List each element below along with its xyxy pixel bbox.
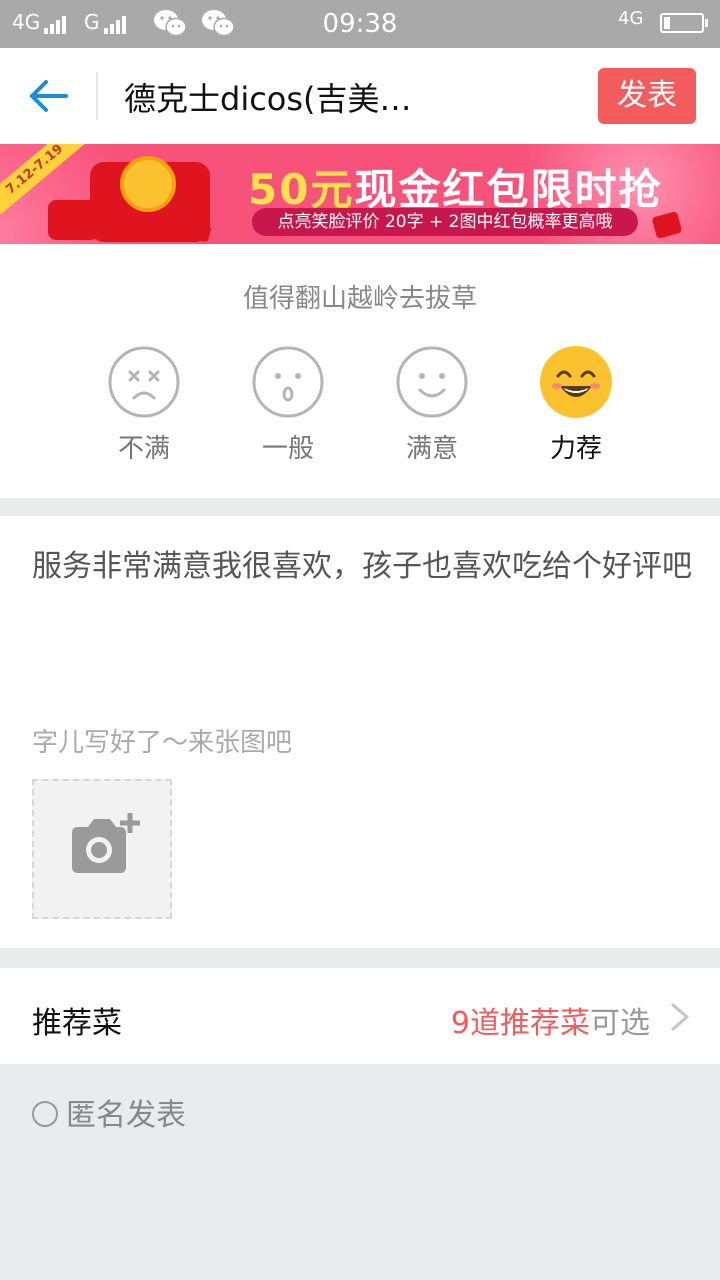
dishes-count-suffix: 可选 <box>590 1006 650 1041</box>
dishes-count: 9道推荐菜可选 <box>451 998 650 1042</box>
dishes-label: 推荐菜 <box>32 1006 122 1041</box>
photo-prompt: 字儿写好了～来张图吧 <box>32 728 293 758</box>
header-divider <box>96 72 98 120</box>
rating-label-recommend[interactable]: 力荐 <box>516 428 636 465</box>
promo-banner[interactable]: 7.12-7.19 50元现金红包限时抢 点亮笑脸评价 20字 + 2图中红包概… <box>0 144 720 244</box>
publish-button[interactable]: 发表 <box>598 68 696 124</box>
rating-label-dissatisfied[interactable]: 不满 <box>84 428 204 465</box>
radio-icon[interactable] <box>32 1100 58 1127</box>
rating-hint: 值得翻山越岭去拔草 <box>242 284 477 314</box>
neutral-face-icon[interactable] <box>252 346 324 418</box>
satisfied-face-icon[interactable] <box>396 346 468 418</box>
gold-coin-icon <box>120 156 176 212</box>
chevron-right-icon <box>671 1003 689 1031</box>
dissatisfied-face-icon[interactable] <box>108 346 180 418</box>
review-text-input[interactable]: 服务非常满意我很喜欢，孩子也喜欢吃给个好评吧 <box>32 544 692 590</box>
rating-section: 值得翻山越岭去拔草 不满 一般 满意 力荐 <box>0 244 720 498</box>
camera-plus-icon <box>72 813 140 873</box>
rating-label-neutral[interactable]: 一般 <box>228 428 348 465</box>
page-title: 德克士dicos(吉美… <box>124 80 412 118</box>
rating-label-satisfied[interactable]: 满意 <box>372 428 492 465</box>
add-photo-button[interactable] <box>32 779 172 919</box>
banner-headline-amount: 50元 <box>248 165 355 214</box>
clock: 09:38 <box>322 9 398 39</box>
battery-icon <box>660 13 708 33</box>
banner-headline-text: 现金红包限时抢 <box>354 165 663 214</box>
anonymous-toggle[interactable]: 匿名发表 <box>32 1090 186 1134</box>
anonymous-label: 匿名发表 <box>66 1098 186 1133</box>
banner-subline: 点亮笑脸评价 20字 + 2图中红包概率更高哦 <box>252 208 638 236</box>
top-bar: 德克士dicos(吉美… 发表 <box>0 48 720 145</box>
review-section: 服务非常满意我很喜欢，孩子也喜欢吃给个好评吧 字儿写好了～来张图吧 <box>0 516 720 948</box>
status-bar: 4G G 09:38 4G <box>0 0 720 48</box>
arrow-left-icon[interactable] <box>26 76 70 116</box>
recommend-face-icon[interactable] <box>540 346 612 418</box>
network-right-label: 4G <box>618 8 644 29</box>
recommended-dishes-row[interactable]: 推荐菜 9道推荐菜可选 <box>0 968 720 1064</box>
dishes-count-highlight: 9道推荐菜 <box>450 1006 590 1041</box>
